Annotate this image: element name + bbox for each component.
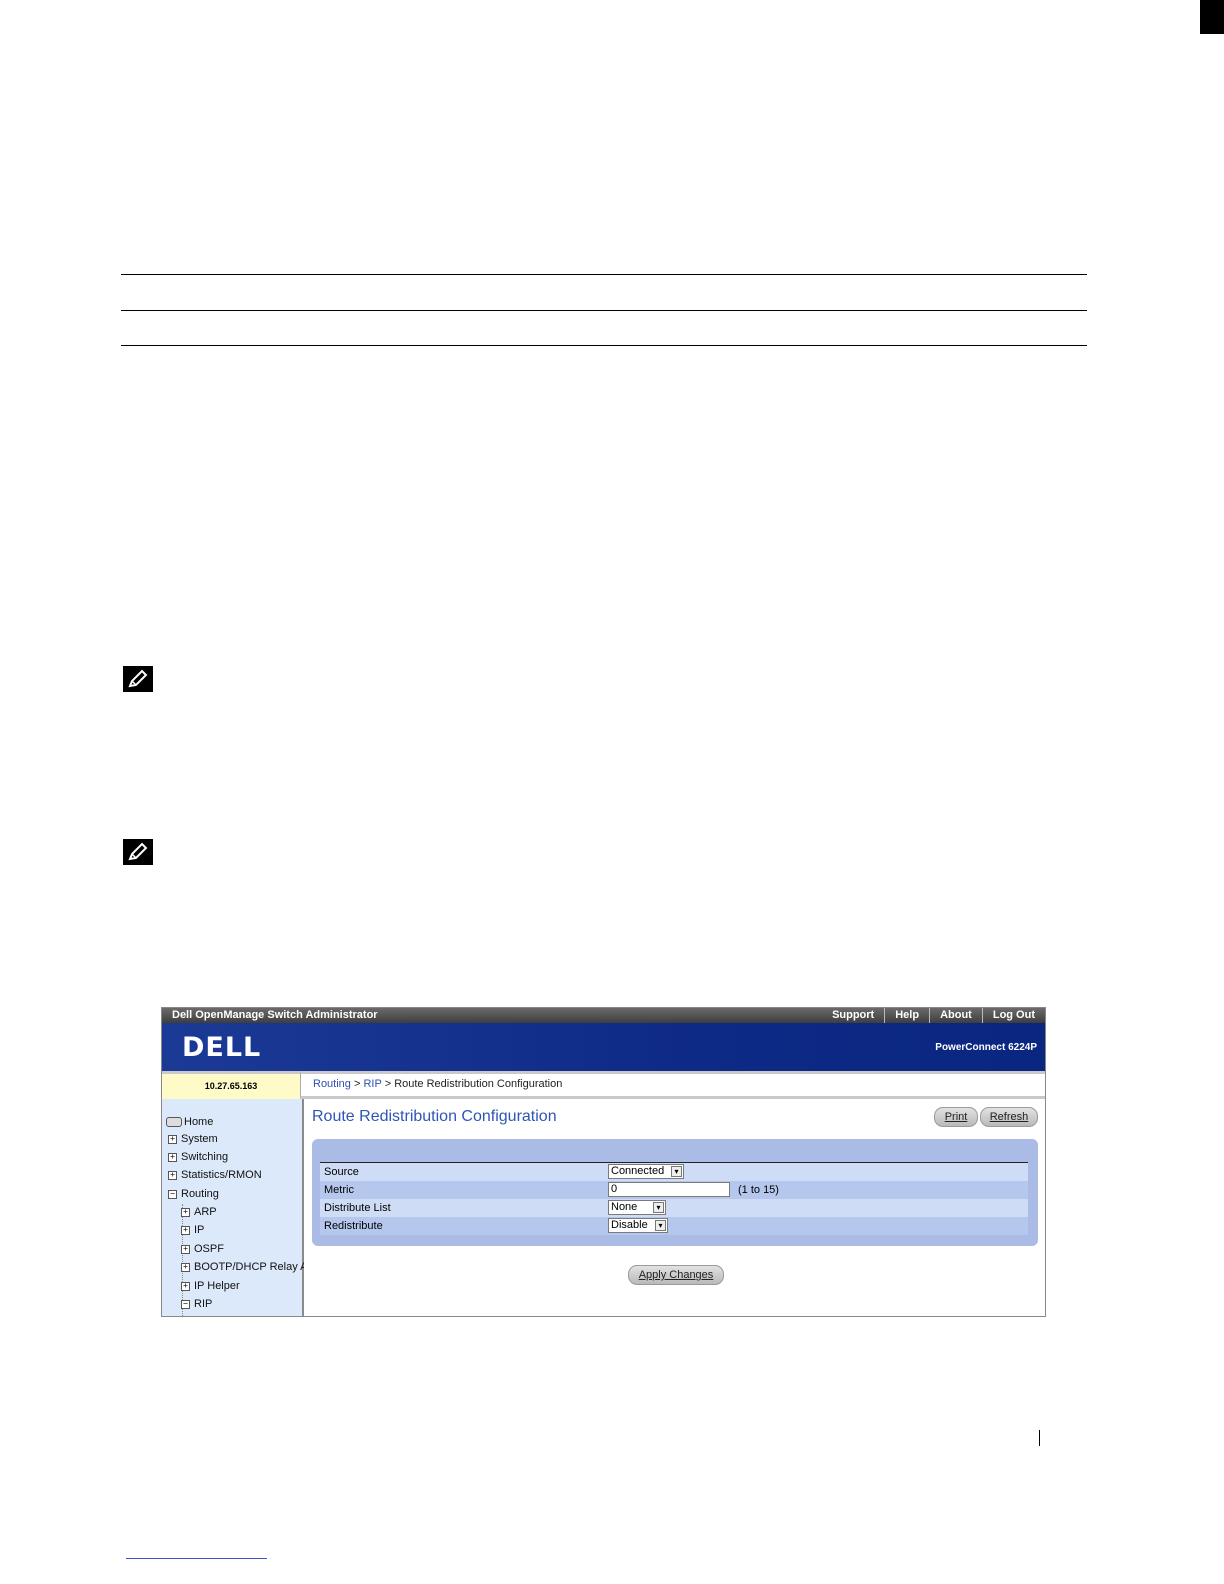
print-button[interactable]: Print — [934, 1107, 978, 1127]
footer-link-underline — [126, 1558, 267, 1559]
chevron-down-icon[interactable]: ▾ — [671, 1166, 682, 1177]
sidebar-item-bootp-dhcp-relay[interactable]: + BOOTP/DHCP Relay A — [181, 1260, 308, 1274]
distribute-list-label: Distribute List — [324, 1202, 391, 1214]
sidebar-item-ospf[interactable]: + OSPF — [181, 1242, 224, 1256]
table-rule-top — [121, 274, 1087, 275]
sidebar-item-system[interactable]: + System — [168, 1132, 218, 1146]
sidebar-item-home[interactable]: Home — [166, 1115, 213, 1129]
config-panel: Source Connected ▾ Metric 0 (1 to 15) Di… — [312, 1139, 1038, 1246]
edge-tab — [1200, 0, 1224, 34]
note-pencil-icon — [123, 839, 153, 865]
sidebar-item-ip[interactable]: + IP — [181, 1223, 204, 1237]
page-title: Route Redistribution Configuration — [312, 1108, 557, 1125]
support-link[interactable]: Support — [822, 1008, 884, 1023]
top-bar: Dell OpenManage Switch Administrator Sup… — [162, 1008, 1045, 1023]
app-title: Dell OpenManage Switch Administrator — [172, 1009, 378, 1021]
sidebar-item-label: ARP — [194, 1206, 217, 1218]
dell-logo: DELL — [182, 1032, 262, 1063]
expand-icon[interactable]: + — [181, 1244, 190, 1254]
sidebar-item-routing[interactable]: − Routing — [168, 1187, 219, 1201]
redistribute-row: Redistribute Disable ▾ — [320, 1217, 1028, 1235]
sidebar-item-rip[interactable]: − RIP — [181, 1297, 212, 1311]
ip-address: 10.27.65.163 — [162, 1071, 300, 1099]
help-link[interactable]: Help — [884, 1008, 929, 1023]
redistribute-select[interactable]: Disable ▾ — [608, 1218, 668, 1233]
breadcrumb-current: Route Redistribution Configuration — [394, 1078, 563, 1090]
sidebar-item-arp[interactable]: + ARP — [181, 1205, 217, 1219]
sidebar-item-label: Statistics/RMON — [181, 1169, 262, 1181]
main-content: Route Redistribution Configuration Print… — [304, 1099, 1045, 1316]
switch-admin-screenshot: Dell OpenManage Switch Administrator Sup… — [161, 1007, 1046, 1317]
metric-range-hint: (1 to 15) — [738, 1184, 779, 1196]
sidebar-item-label: System — [181, 1133, 218, 1145]
note-pencil-icon — [123, 666, 153, 692]
brand-bar: DELL PowerConnect 6224P — [162, 1023, 1045, 1071]
home-icon — [166, 1117, 182, 1127]
device-model: PowerConnect 6224P — [935, 1042, 1037, 1053]
expand-icon[interactable]: + — [168, 1134, 177, 1144]
refresh-button[interactable]: Refresh — [980, 1107, 1038, 1127]
sidebar-item-label: IP — [194, 1224, 205, 1236]
chevron-down-icon[interactable]: ▾ — [653, 1202, 664, 1213]
apply-changes-button[interactable]: Apply Changes — [628, 1265, 724, 1285]
sidebar-item-label: Switching — [181, 1151, 229, 1163]
metric-input[interactable]: 0 — [608, 1182, 730, 1197]
sidebar-item-label: BOOTP/DHCP Relay A — [194, 1261, 308, 1273]
sidebar-item-label: Routing — [181, 1188, 219, 1200]
breadcrumb-rip[interactable]: RIP — [363, 1078, 381, 1090]
sidebar-item-switching[interactable]: + Switching — [168, 1150, 228, 1164]
breadcrumb-routing[interactable]: Routing — [313, 1078, 351, 1090]
logout-link[interactable]: Log Out — [981, 1008, 1045, 1023]
expand-icon[interactable]: + — [181, 1281, 190, 1291]
distribute-list-select[interactable]: None ▾ — [608, 1200, 666, 1215]
source-row: Source Connected ▾ — [320, 1163, 1028, 1181]
source-value: Connected — [611, 1165, 665, 1177]
distribute-list-value: None — [611, 1201, 638, 1213]
collapse-icon[interactable]: − — [168, 1189, 177, 1199]
metric-label: Metric — [324, 1184, 354, 1196]
sidebar-item-statistics-rmon[interactable]: + Statistics/RMON — [168, 1168, 262, 1182]
sidebar-item-label: OSPF — [194, 1243, 224, 1255]
source-label: Source — [324, 1166, 359, 1178]
top-links: Support Help About Log Out — [822, 1008, 1045, 1023]
table-rule-middle — [121, 310, 1087, 311]
chevron-down-icon[interactable]: ▾ — [655, 1220, 666, 1231]
breadcrumb-separator: > — [353, 1078, 361, 1090]
expand-icon[interactable]: + — [181, 1207, 190, 1217]
source-select[interactable]: Connected ▾ — [608, 1164, 684, 1179]
sidebar-tree: Home + System + Switching + Statistics/R… — [162, 1099, 308, 1316]
about-link[interactable]: About — [929, 1008, 982, 1023]
redistribute-label: Redistribute — [324, 1220, 383, 1232]
sidebar-item-ip-helper[interactable]: + IP Helper — [181, 1279, 240, 1293]
metric-row: Metric 0 (1 to 15) — [320, 1181, 1028, 1199]
sidebar-item-label: IP Helper — [194, 1280, 240, 1292]
redistribute-value: Disable — [611, 1219, 648, 1231]
table-rule-bottom — [121, 345, 1087, 346]
expand-icon[interactable]: + — [168, 1170, 177, 1180]
breadcrumb: Routing > RIP > Route Redistribution Con… — [300, 1071, 1045, 1099]
sidebar-item-label: RIP — [194, 1298, 213, 1310]
footer-divider — [1039, 1430, 1040, 1446]
expand-icon[interactable]: + — [181, 1262, 190, 1272]
breadcrumb-separator: > — [384, 1078, 392, 1090]
sidebar-item-label: Home — [184, 1116, 214, 1128]
distribute-list-row: Distribute List None ▾ — [320, 1199, 1028, 1217]
collapse-icon[interactable]: − — [181, 1299, 190, 1309]
expand-icon[interactable]: + — [168, 1152, 177, 1162]
expand-icon[interactable]: + — [181, 1225, 190, 1235]
config-table: Source Connected ▾ Metric 0 (1 to 15) Di… — [320, 1162, 1028, 1235]
